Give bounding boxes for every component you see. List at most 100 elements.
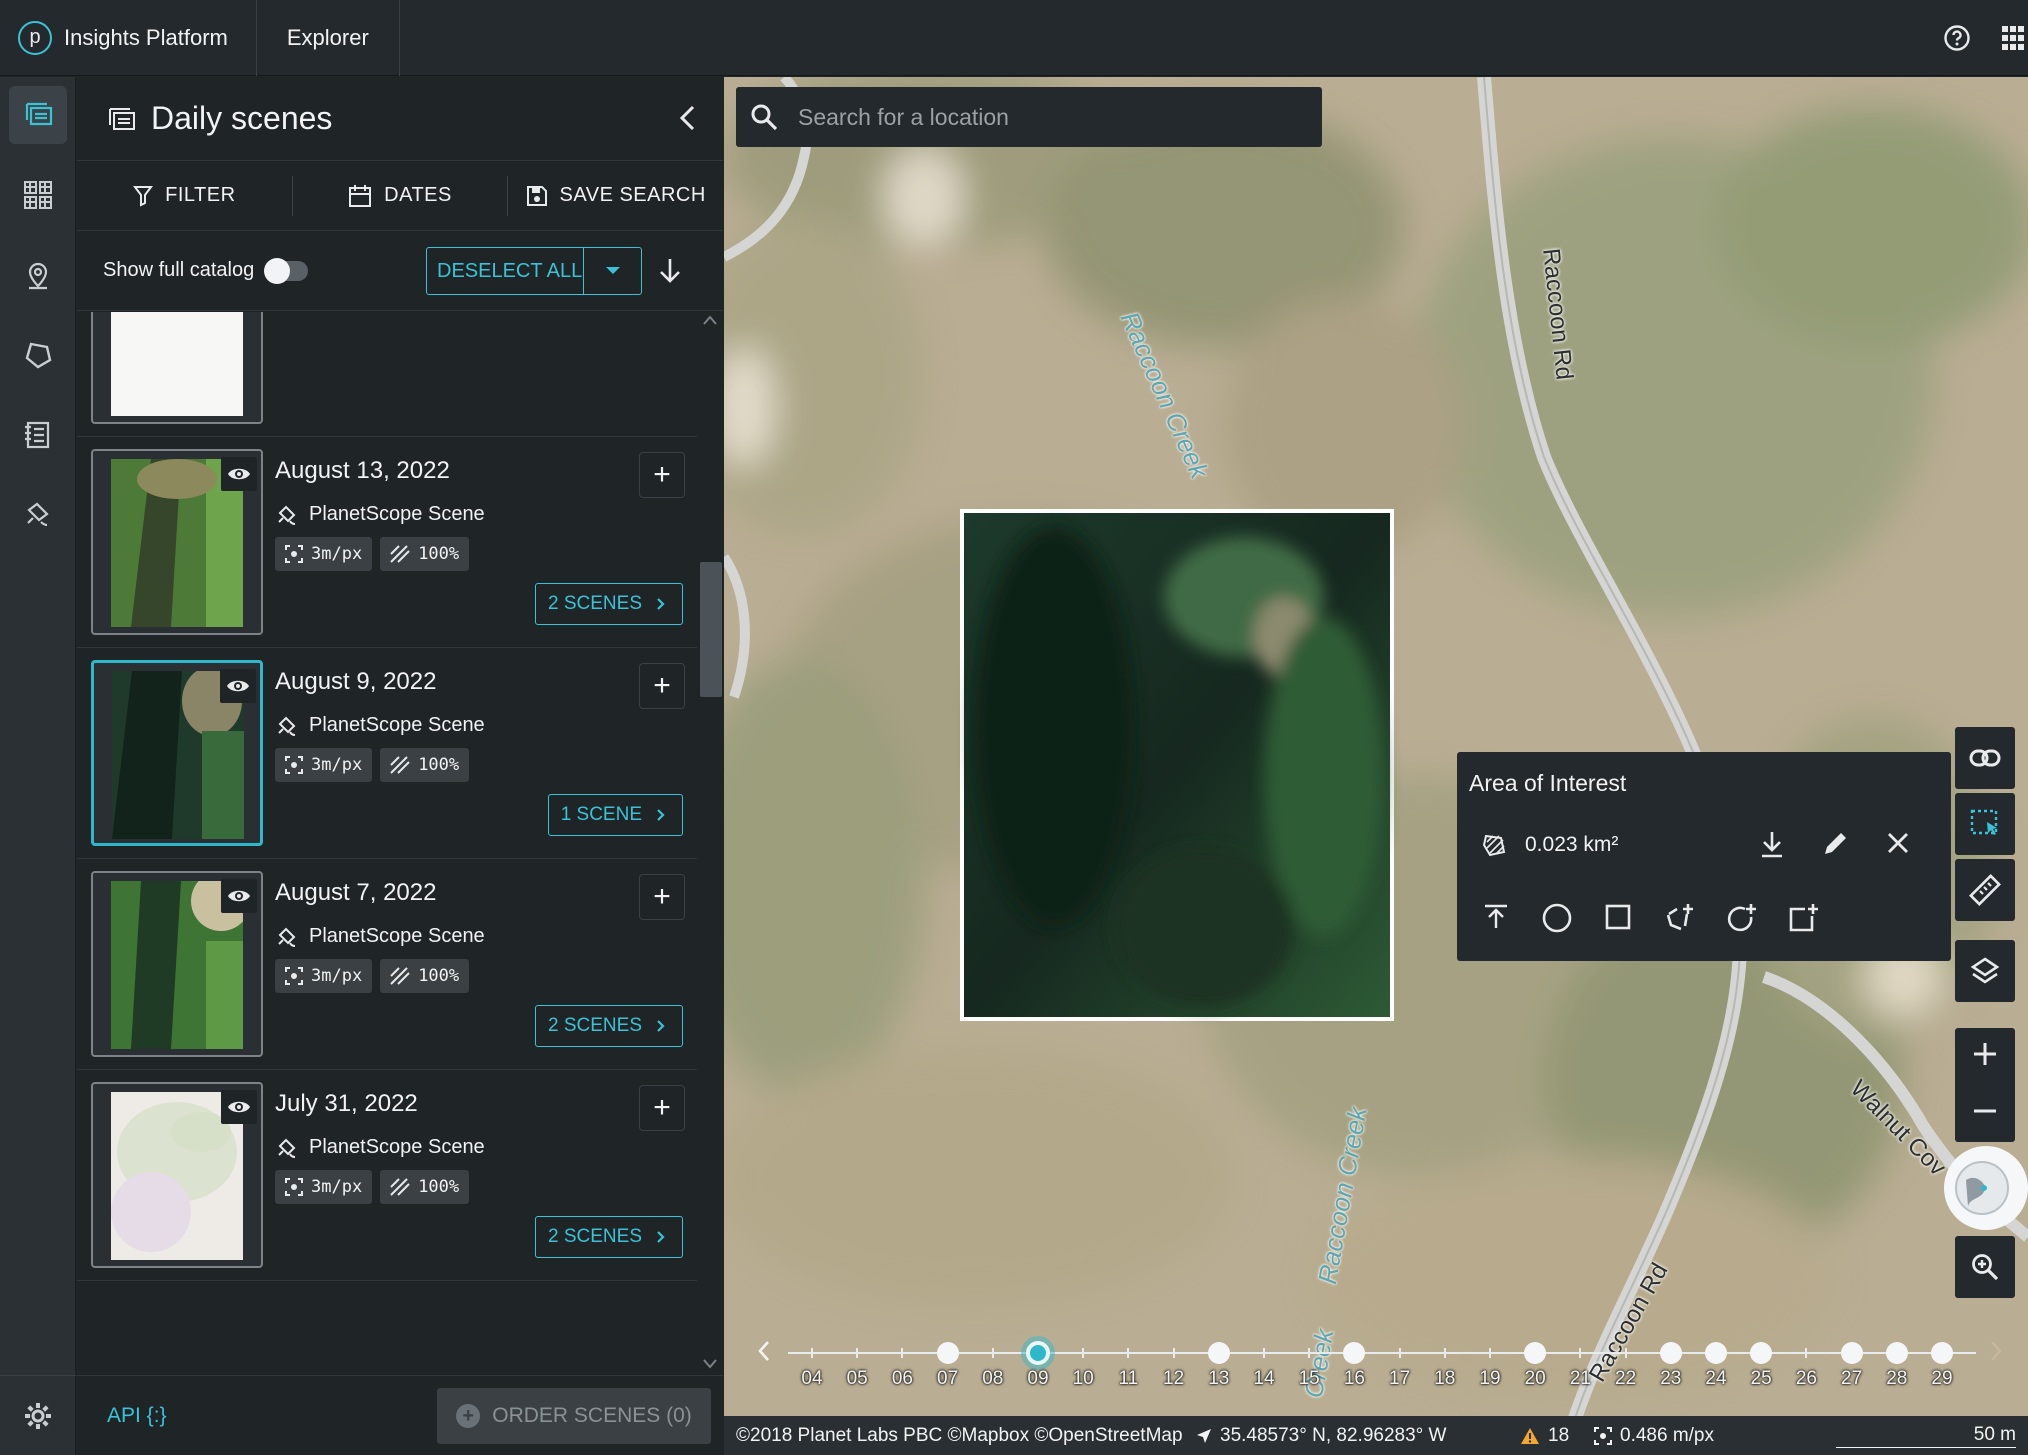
scene-list-item[interactable]: 3m/px100%1 SCENE [77, 312, 697, 437]
timeline-day-dot[interactable] [1705, 1342, 1727, 1364]
timeline-day-label[interactable]: 14 [1244, 1368, 1284, 1390]
timeline-day-label[interactable]: 07 [928, 1368, 968, 1390]
timeline-day-dot[interactable] [936, 1342, 959, 1364]
deselect-dropdown-chevron-icon[interactable] [583, 248, 641, 294]
scroll-up-icon[interactable] [703, 312, 717, 328]
timeline-day-label[interactable]: 13 [1199, 1368, 1239, 1390]
timeline-day-dot[interactable] [1840, 1342, 1863, 1364]
timeline-day-label[interactable]: 12 [1154, 1368, 1194, 1390]
timeline-day-dot[interactable] [1750, 1342, 1773, 1364]
timeline-day-label[interactable]: 16 [1334, 1368, 1374, 1390]
scene-list-item[interactable]: August 13, 2022 + PlanetScope Scene 3m/px 10… [77, 437, 697, 648]
timeline-day-label[interactable]: 25 [1741, 1368, 1781, 1390]
draw-rectangle-icon[interactable] [1603, 902, 1633, 939]
mosaics-icon[interactable] [9, 166, 67, 224]
share-link-icon[interactable] [1955, 727, 2015, 789]
preview-eye-icon[interactable] [221, 1090, 257, 1124]
attribution-text[interactable]: ©2018 Planet Labs PBC ©Mapbox ©OpenStree… [736, 1425, 1183, 1447]
add-scene-button[interactable]: + [639, 452, 685, 498]
measure-ruler-icon[interactable] [1955, 859, 2015, 921]
timeline-day-label[interactable]: 29 [1922, 1368, 1962, 1390]
view-scenes-button[interactable]: 1 SCENE [547, 794, 683, 836]
draw-freehand-icon[interactable] [1725, 902, 1757, 939]
timeline-day-label[interactable]: 26 [1786, 1368, 1826, 1390]
timeline-day-label[interactable]: 06 [882, 1368, 922, 1390]
timeline-day-label[interactable]: 05 [837, 1368, 877, 1390]
timeline-day-dot[interactable] [1207, 1342, 1230, 1364]
show-full-catalog-toggle[interactable] [264, 257, 309, 284]
select-area-icon[interactable] [1955, 793, 2015, 855]
timeline-day-label[interactable]: 11 [1108, 1368, 1148, 1390]
timeline-day-label[interactable]: 24 [1696, 1368, 1736, 1390]
timeline-day-dot[interactable] [1343, 1342, 1366, 1364]
explorer-tab[interactable]: Explorer [257, 0, 400, 76]
preview-eye-icon[interactable] [221, 457, 257, 491]
timeline-day-label[interactable]: 09 [1018, 1368, 1058, 1390]
add-scene-button[interactable]: + [639, 874, 685, 920]
timeline-day-label[interactable]: 27 [1832, 1368, 1872, 1390]
scrollbar-thumb[interactable] [700, 562, 722, 697]
help-icon[interactable] [1942, 23, 1972, 53]
apps-grid-icon[interactable] [1998, 23, 2028, 53]
aoi-download-icon[interactable] [1759, 830, 1785, 863]
timeline-day-label[interactable]: 21 [1560, 1368, 1600, 1390]
layers-icon[interactable] [1955, 940, 2015, 1002]
view-scenes-button[interactable]: 2 SCENES [535, 1216, 683, 1258]
api-link[interactable]: API {:} [107, 1404, 167, 1428]
sort-arrow-down-icon[interactable] [657, 257, 683, 290]
warnings-count[interactable]: 18 [1520, 1425, 1569, 1447]
timeline-day-label[interactable]: 04 [792, 1368, 832, 1390]
timeline-day-label[interactable]: 18 [1425, 1368, 1465, 1390]
settings-gear-icon[interactable] [0, 1375, 76, 1455]
timeline-day-label[interactable]: 15 [1289, 1368, 1329, 1390]
scene-thumbnail[interactable] [91, 449, 263, 635]
timeline-day-active[interactable] [1026, 1341, 1050, 1365]
zoom-in-icon[interactable] [1972, 1041, 1998, 1072]
orders-list-icon[interactable] [9, 406, 67, 464]
timeline-day-label[interactable]: 22 [1606, 1368, 1646, 1390]
polygon-icon[interactable] [9, 326, 67, 384]
save-search-button[interactable]: SAVE SEARCH [508, 176, 723, 216]
location-search-input[interactable] [798, 103, 1278, 131]
add-scene-button[interactable]: + [639, 1085, 685, 1131]
draw-square-add-icon[interactable] [1787, 902, 1819, 939]
scene-list-item[interactable]: August 9, 2022 + PlanetScope Scene 3m/px 100… [77, 648, 697, 859]
timeline-day-dot[interactable] [1659, 1342, 1682, 1364]
scene-list-item[interactable]: July 31, 2022 + PlanetScope Scene 3m/px 100%… [77, 1070, 697, 1281]
draw-polygon-icon[interactable] [1663, 902, 1695, 939]
timeline-day-label[interactable]: 28 [1877, 1368, 1917, 1390]
collapse-panel-icon[interactable] [673, 101, 703, 140]
aoi-edit-pencil-icon[interactable] [1821, 830, 1849, 863]
filter-button[interactable]: FILTER [77, 175, 293, 216]
zoom-to-icon[interactable] [1955, 1236, 2015, 1298]
timeline-day-label[interactable]: 20 [1515, 1368, 1555, 1390]
scene-thumbnail[interactable] [91, 312, 263, 424]
places-pin-icon[interactable] [9, 246, 67, 304]
tasking-satellite-icon[interactable] [9, 486, 67, 544]
preview-eye-icon[interactable] [221, 879, 257, 913]
scene-list-scrollbar[interactable] [697, 312, 723, 1372]
globe-overview-icon[interactable] [1944, 1146, 2028, 1230]
scene-thumbnail[interactable] [91, 871, 263, 1057]
brand[interactable]: p Insights Platform [0, 0, 257, 76]
scene-thumbnail[interactable] [91, 1082, 263, 1268]
timeline-prev-icon[interactable] [756, 1338, 772, 1371]
timeline-day-dot[interactable] [1885, 1342, 1908, 1364]
order-scenes-button[interactable]: + ORDER SCENES (0) [437, 1388, 711, 1444]
timeline-next-icon[interactable] [1988, 1338, 2004, 1371]
dates-button[interactable]: DATES [293, 175, 509, 216]
preview-eye-icon[interactable] [220, 669, 256, 703]
view-scenes-button[interactable]: 2 SCENES [535, 583, 683, 625]
daily-scenes-icon[interactable] [8, 86, 67, 144]
upload-aoi-icon[interactable] [1481, 902, 1511, 939]
timeline-day-label[interactable]: 23 [1651, 1368, 1691, 1390]
view-scenes-button[interactable]: 2 SCENES [535, 1005, 683, 1047]
timeline-day-label[interactable]: 08 [973, 1368, 1013, 1390]
scene-thumbnail[interactable] [91, 660, 263, 846]
timeline-day-label[interactable]: 19 [1470, 1368, 1510, 1390]
timeline-day-dot[interactable] [1931, 1342, 1953, 1364]
scroll-down-icon[interactable] [703, 1356, 717, 1372]
draw-circle-icon[interactable] [1541, 902, 1573, 939]
zoom-out-icon[interactable] [1972, 1098, 1998, 1129]
scene-list-item[interactable]: August 7, 2022 + PlanetScope Scene 3m/px 100… [77, 859, 697, 1070]
